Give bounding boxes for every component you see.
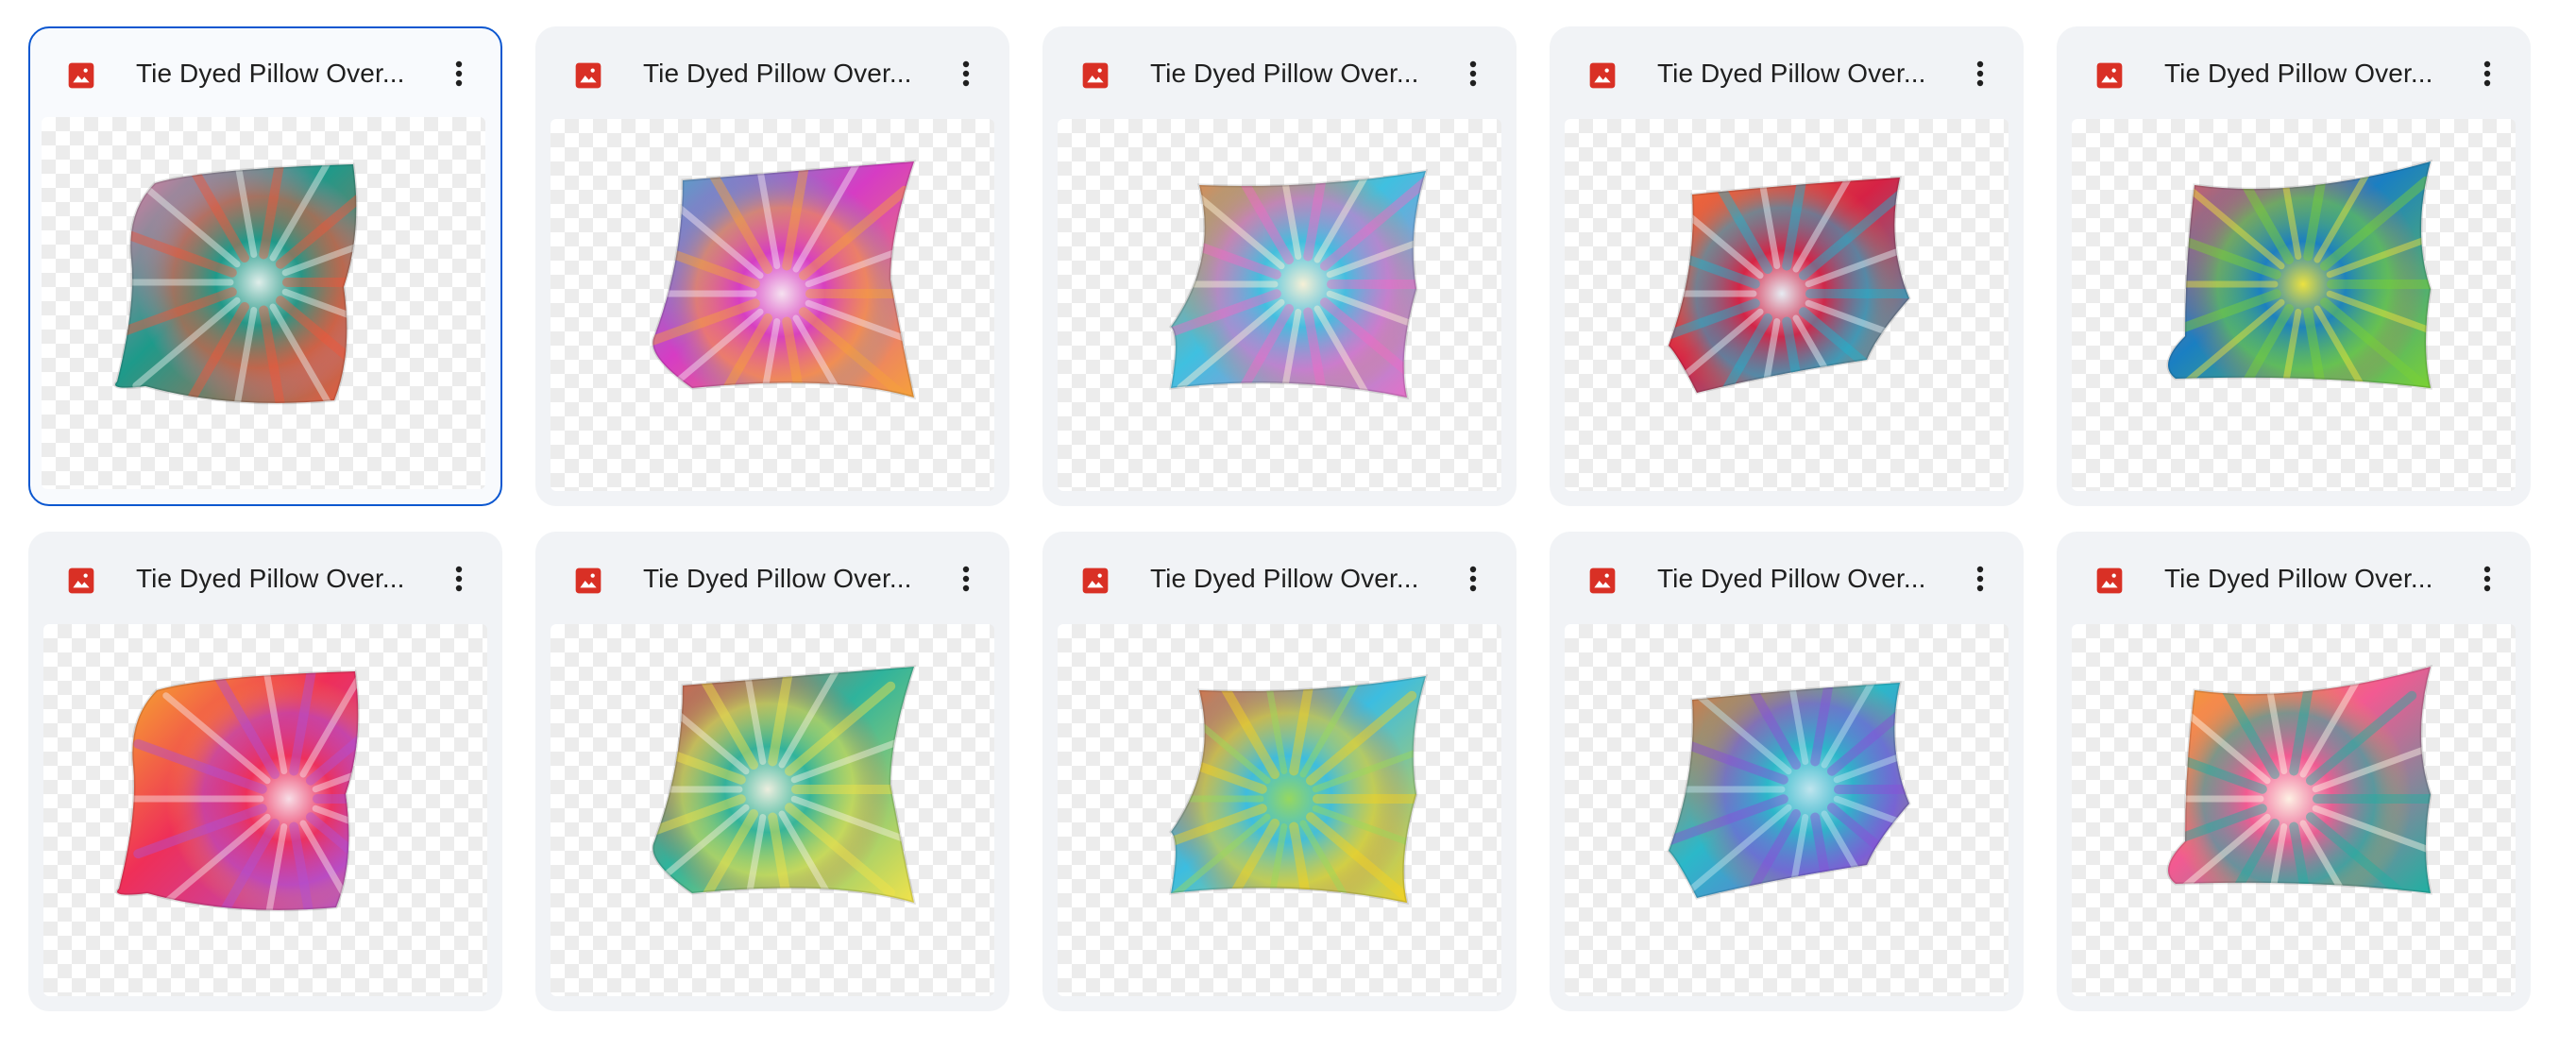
image-icon (2096, 567, 2123, 594)
more-vert-icon (1976, 566, 1984, 592)
file-name: Tie Dyed Pillow Over... (136, 59, 405, 88)
file-card-4[interactable]: Tie Dyed Pillow Over... (1550, 26, 2024, 506)
file-name: Tie Dyed Pillow Over... (643, 59, 912, 88)
file-thumbnail[interactable] (2072, 119, 2516, 491)
file-card-header: Tie Dyed Pillow Over... (1044, 28, 1515, 119)
image-icon (575, 567, 602, 594)
image-icon (1082, 62, 1109, 89)
pillow-image (652, 665, 917, 906)
file-thumbnail[interactable] (1565, 624, 2008, 996)
file-card-2[interactable]: Tie Dyed Pillow Over... (535, 26, 1009, 506)
pillow-image (115, 669, 360, 912)
file-thumbnail[interactable] (43, 624, 487, 996)
more-vert-icon (455, 60, 463, 87)
more-actions-button[interactable] (438, 53, 480, 94)
file-card-header: Tie Dyed Pillow Over... (537, 28, 1008, 119)
file-thumbnail[interactable] (1565, 119, 2008, 491)
more-actions-button[interactable] (945, 558, 987, 600)
file-name: Tie Dyed Pillow Over... (1657, 59, 1926, 88)
more-vert-icon (1976, 60, 1984, 87)
more-vert-icon (962, 60, 970, 87)
more-actions-button[interactable] (2466, 53, 2508, 94)
file-name: Tie Dyed Pillow Over... (1150, 59, 1419, 88)
image-icon (1589, 567, 1616, 594)
file-card-header: Tie Dyed Pillow Over... (2059, 533, 2529, 624)
more-vert-icon (962, 566, 970, 592)
more-actions-button[interactable] (1452, 558, 1494, 600)
more-actions-button[interactable] (438, 558, 480, 600)
pillow-image (1667, 176, 1911, 395)
file-card-7[interactable]: Tie Dyed Pillow Over... (535, 532, 1009, 1011)
file-thumbnail[interactable] (1058, 119, 1501, 491)
file-card-8[interactable]: Tie Dyed Pillow Over... (1042, 532, 1517, 1011)
image-icon (575, 62, 602, 89)
image-icon (1589, 62, 1616, 89)
file-card-header: Tie Dyed Pillow Over... (1551, 28, 2022, 119)
file-card-header: Tie Dyed Pillow Over... (30, 533, 500, 624)
file-name: Tie Dyed Pillow Over... (1150, 564, 1419, 593)
more-vert-icon (455, 566, 463, 592)
file-name: Tie Dyed Pillow Over... (2164, 564, 2433, 593)
file-card-header: Tie Dyed Pillow Over... (1044, 533, 1515, 624)
file-name: Tie Dyed Pillow Over... (2164, 59, 2433, 88)
pillow-image (2166, 159, 2433, 390)
image-icon (68, 62, 94, 89)
file-thumbnail[interactable] (551, 624, 994, 996)
more-vert-icon (2483, 60, 2491, 87)
more-actions-button[interactable] (945, 53, 987, 94)
pillow-image (113, 162, 358, 405)
file-thumbnail[interactable] (551, 119, 994, 491)
file-card-10[interactable]: Tie Dyed Pillow Over... (2057, 532, 2531, 1011)
file-card-header: Tie Dyed Pillow Over... (2059, 28, 2529, 119)
file-card-3[interactable]: Tie Dyed Pillow Over... (1042, 26, 1517, 506)
pillow-image (1667, 681, 1911, 900)
more-actions-button[interactable] (1959, 53, 2001, 94)
pillow-image (652, 160, 917, 400)
file-name: Tie Dyed Pillow Over... (136, 564, 405, 593)
more-vert-icon (1469, 60, 1477, 87)
more-actions-button[interactable] (1959, 558, 2001, 600)
pillow-image (2166, 664, 2433, 895)
file-thumbnail[interactable] (2072, 624, 2516, 996)
image-icon (68, 567, 94, 594)
file-card-header: Tie Dyed Pillow Over... (30, 28, 500, 119)
file-card-9[interactable]: Tie Dyed Pillow Over... (1550, 532, 2024, 1011)
more-actions-button[interactable] (1452, 53, 1494, 94)
file-card-header: Tie Dyed Pillow Over... (1551, 533, 2022, 624)
file-name: Tie Dyed Pillow Over... (643, 564, 912, 593)
image-icon (1082, 567, 1109, 594)
more-vert-icon (1469, 566, 1477, 592)
file-card-5[interactable]: Tie Dyed Pillow Over... (2057, 26, 2531, 506)
file-card-header: Tie Dyed Pillow Over... (537, 533, 1008, 624)
file-name: Tie Dyed Pillow Over... (1657, 564, 1926, 593)
file-thumbnail[interactable] (42, 117, 485, 489)
pillow-image (1169, 169, 1429, 399)
more-actions-button[interactable] (2466, 558, 2508, 600)
pillow-image (1169, 674, 1429, 905)
more-vert-icon (2483, 566, 2491, 592)
file-thumbnail[interactable] (1058, 624, 1501, 996)
file-grid: Tie Dyed Pillow Over... Tie Dyed Pillow … (28, 26, 2531, 1011)
file-card-1[interactable]: Tie Dyed Pillow Over... (28, 26, 502, 506)
image-icon (2096, 62, 2123, 89)
file-card-6[interactable]: Tie Dyed Pillow Over... (28, 532, 502, 1011)
